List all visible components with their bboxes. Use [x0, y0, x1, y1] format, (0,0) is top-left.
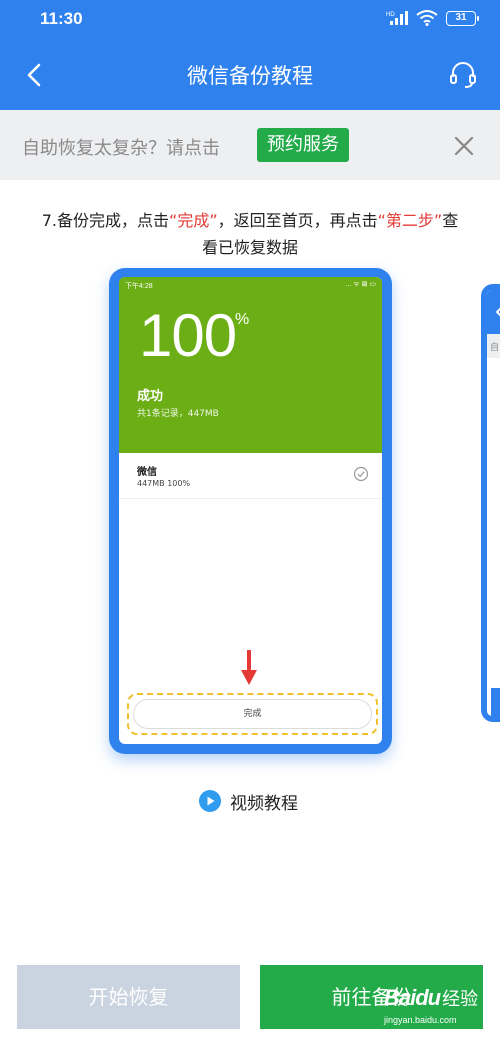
video-tutorial-label: 视频教程 [230, 793, 298, 814]
wifi-icon [416, 10, 438, 26]
next-slide-navbar [487, 290, 500, 334]
check-circle-icon [353, 466, 369, 482]
status-bar: 11:30 HD 31 [0, 0, 500, 40]
next-slide-banner: 自 [487, 334, 500, 358]
watermark-url: jingyan.baidu.com [384, 1015, 457, 1025]
records-summary: 共1条记录，447MB [137, 409, 219, 419]
page-title: 微信备份教程 [187, 64, 313, 88]
arrow-down-icon [241, 650, 257, 685]
headset-icon[interactable] [446, 58, 480, 92]
start-restore-button[interactable]: 开始恢复 [17, 965, 240, 1029]
banner-text: 自助恢复太复杂？请点击 [22, 138, 220, 159]
book-service-button[interactable]: 预约服务 [257, 128, 349, 162]
item-name: 微信 [137, 467, 157, 478]
video-tutorial-link[interactable]: 视频教程 [199, 789, 298, 814]
step-instruction: 7.备份完成，点击“完成”，返回至首页，再点击“第二步”查看已恢复数据 [40, 207, 460, 261]
done-button: 完成 [133, 699, 372, 729]
status-time: 11:30 [40, 9, 83, 28]
watermark-sub: 经验 [442, 989, 479, 1009]
network-label: HD [386, 12, 395, 18]
tutorial-phone-frame: 下午4:28 ... ᯤ ⊠ ▭ 100 % 成功 共1条记录，447MB 微信… [109, 268, 392, 754]
item-size: 447MB 100% [137, 479, 191, 488]
step-middle: ，返回至首页，再点击 [217, 211, 378, 230]
step-prefix: 7.备份完成，点击 [41, 211, 170, 230]
next-slide-screen: 自 [487, 290, 500, 716]
progress-percent: 100 [139, 302, 237, 369]
close-icon[interactable] [452, 134, 476, 158]
done-highlight-frame: 完成 [127, 693, 378, 735]
success-label: 成功 [137, 389, 164, 404]
screen-status-time: 下午4:28 [125, 283, 153, 290]
screen-status-icons: ... ᯤ ⊠ ▭ [345, 281, 376, 288]
next-slide-button [491, 688, 500, 716]
step-highlight-done: “完成” [169, 211, 218, 230]
play-icon [199, 790, 221, 812]
chevron-left-icon [495, 307, 500, 317]
status-icons: HD 31 [386, 10, 479, 26]
percent-sign: % [235, 311, 250, 328]
backup-progress-panel: 下午4:28 ... ᯤ ⊠ ▭ 100 % 成功 共1条记录，447MB [119, 277, 382, 453]
tutorial-screen: 下午4:28 ... ᯤ ⊠ ▭ 100 % 成功 共1条记录，447MB 微信… [119, 277, 382, 744]
signal-icon: HD [386, 11, 408, 25]
watermark-logo: Baidu [384, 985, 441, 1010]
next-slide-preview[interactable]: 自 [481, 284, 500, 722]
list-item: 微信 447MB 100% [119, 453, 382, 499]
baidu-watermark: Baidu 经验 jingyan.baidu.com [384, 985, 479, 1025]
battery-icon: 31 [446, 10, 479, 26]
step-highlight-second: “第二步” [377, 211, 443, 230]
nav-bar: 微信备份教程 [0, 40, 500, 110]
service-banner: 自助恢复太复杂？请点击 [0, 110, 500, 180]
